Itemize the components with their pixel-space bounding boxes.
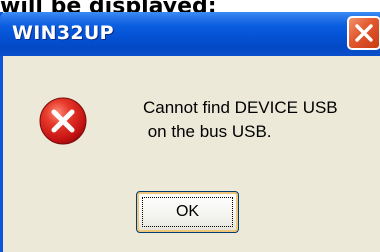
- ok-button-label: OK: [175, 203, 200, 220]
- close-button[interactable]: [347, 16, 380, 50]
- error-icon: [39, 97, 87, 145]
- title-bar[interactable]: WIN32UP: [0, 12, 380, 56]
- ok-button[interactable]: OK: [136, 191, 239, 233]
- dialog-title: WIN32UP: [12, 22, 114, 44]
- error-message: Cannot find DEVICE USB on the bus USB.: [143, 98, 338, 141]
- error-dialog: WIN32UP Cannot find DEVICE USB on the bu…: [0, 12, 380, 252]
- close-icon: [355, 24, 373, 42]
